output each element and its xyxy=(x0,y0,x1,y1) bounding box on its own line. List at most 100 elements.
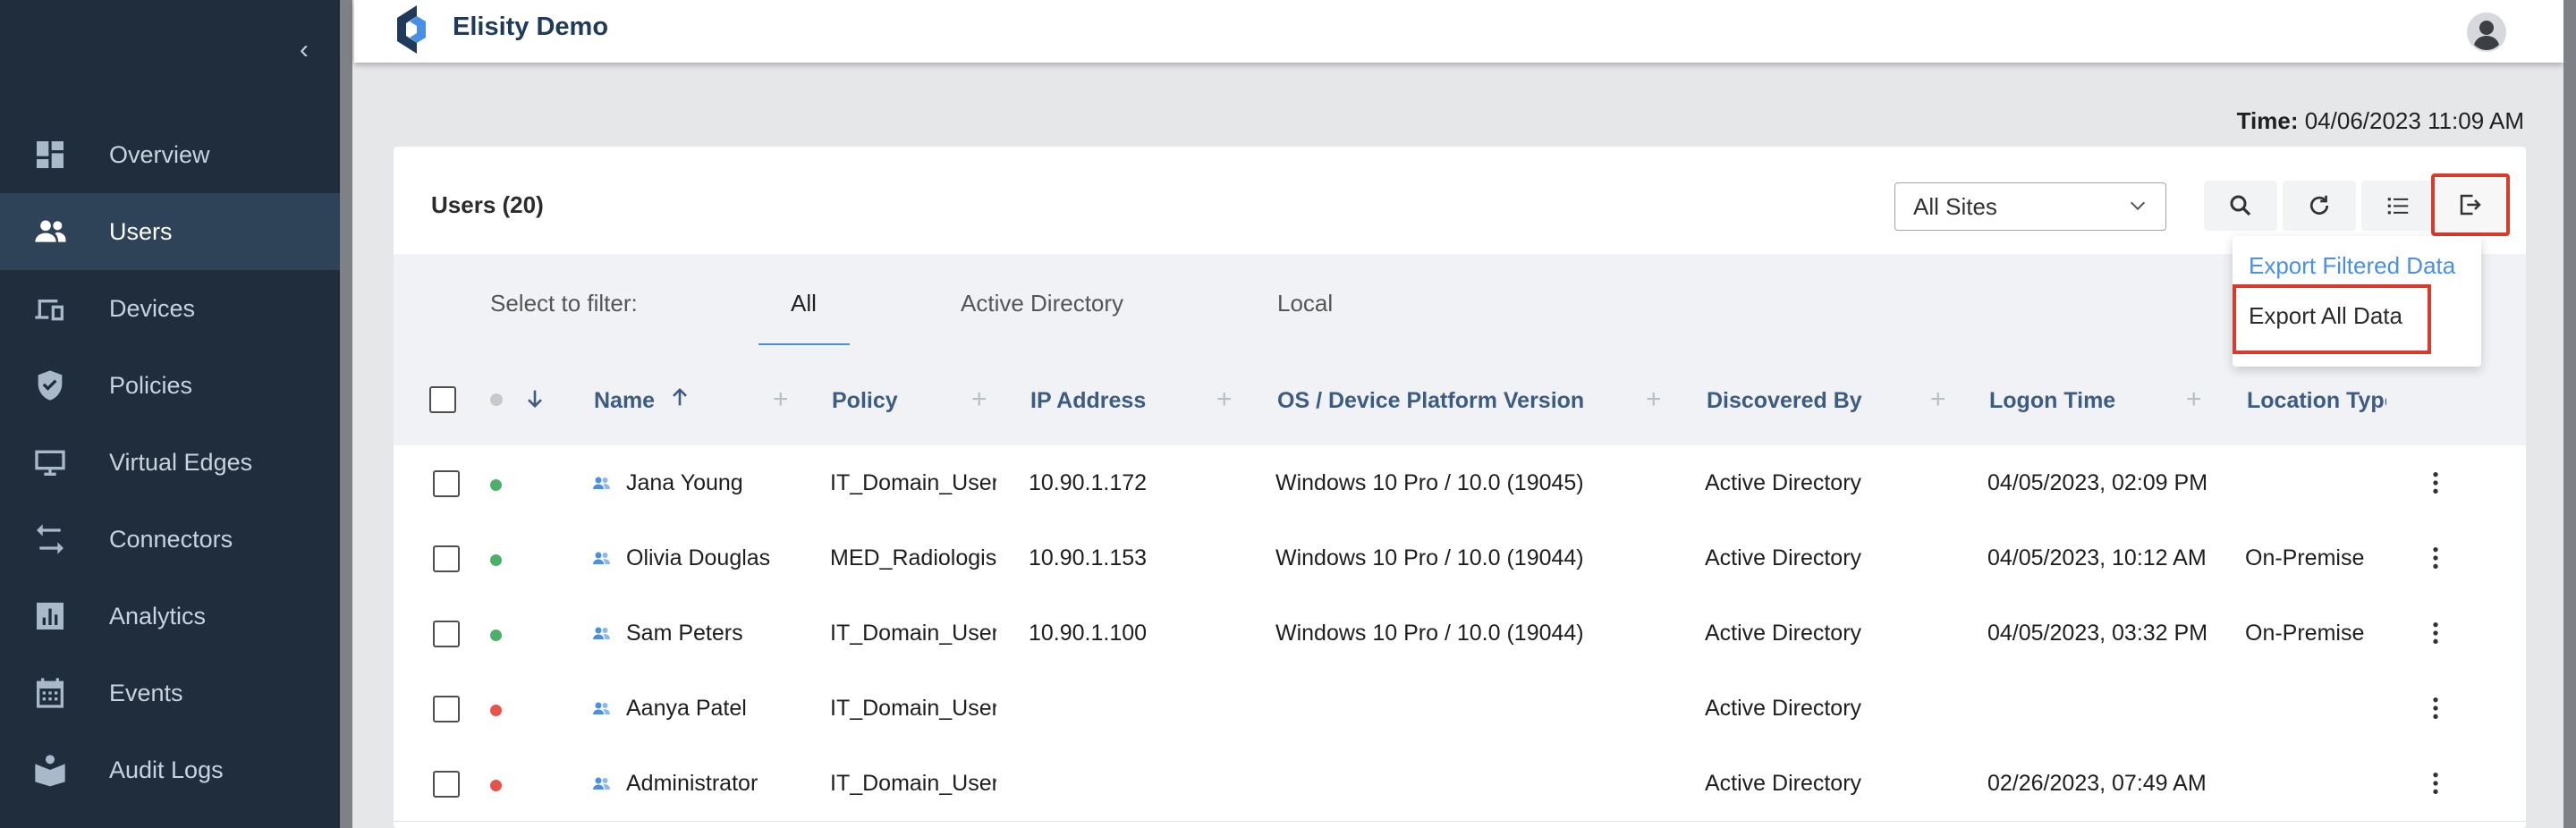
user-ip: 10.90.1.172 xyxy=(1029,470,1148,495)
user-discovered-by: Active Directory xyxy=(1705,621,1862,646)
column-header-os[interactable]: OS / Device Platform Version xyxy=(1277,388,1584,414)
more-options-icon[interactable] xyxy=(2429,694,2442,722)
column-header-policy[interactable]: Policy xyxy=(832,388,898,414)
column-header-name[interactable]: Name xyxy=(594,388,655,414)
user-avatar-icon[interactable] xyxy=(2467,13,2506,52)
column-header-ip-address[interactable]: IP Address xyxy=(1030,388,1146,414)
refresh-button[interactable] xyxy=(2283,181,2356,231)
sidebar-divider xyxy=(340,0,352,828)
table-header: Name + Policy + IP Address + OS / Device… xyxy=(394,354,2526,446)
select-all-checkbox[interactable] xyxy=(429,386,456,413)
resize-handle-icon[interactable]: + xyxy=(1216,384,1233,415)
sort-status-down-icon[interactable] xyxy=(522,386,547,411)
resize-handle-icon[interactable]: + xyxy=(2186,384,2202,415)
sidebar-item-label: Users xyxy=(109,217,173,245)
user-group-icon xyxy=(593,477,610,489)
sort-ascending-icon[interactable] xyxy=(667,384,692,410)
elisity-logo-icon xyxy=(397,5,426,54)
resize-handle-icon[interactable]: + xyxy=(773,384,789,415)
user-discovered-by: Active Directory xyxy=(1705,771,1862,796)
user-name[interactable]: Olivia Douglas xyxy=(626,545,770,571)
table-row[interactable]: Olivia Douglas MED_Radiologists 10.90.1.… xyxy=(394,520,2526,596)
more-options-icon[interactable] xyxy=(2429,469,2442,497)
brand-name: Elisity Demo xyxy=(453,13,609,41)
export-icon xyxy=(2460,194,2481,215)
column-header-logon-time[interactable]: Logon Time xyxy=(1989,388,2115,414)
user-discovered-by: Active Directory xyxy=(1705,696,1862,721)
resize-handle-icon[interactable]: + xyxy=(1930,384,1946,415)
user-os: Windows 10 Pro / 10.0 (19044) xyxy=(1275,545,1584,570)
row-checkbox[interactable] xyxy=(433,621,460,647)
columns-list-button[interactable] xyxy=(2361,181,2435,231)
search-button[interactable] xyxy=(2204,181,2277,231)
dashboard-icon xyxy=(32,137,68,173)
user-discovered-by: Active Directory xyxy=(1705,545,1862,570)
calendar-icon xyxy=(32,675,68,711)
list-icon xyxy=(2387,198,2409,215)
user-group-icon xyxy=(593,627,610,639)
row-checkbox[interactable] xyxy=(433,545,460,572)
resize-handle-icon[interactable]: + xyxy=(971,384,987,415)
user-name[interactable]: Jana Young xyxy=(626,470,743,496)
user-ip: 10.90.1.100 xyxy=(1029,621,1148,646)
row-checkbox[interactable] xyxy=(433,771,460,798)
user-policy: IT_Domain_Users xyxy=(830,470,996,495)
top-bar: Elisity Demo xyxy=(354,0,2563,63)
status-online-dot xyxy=(490,554,502,566)
filter-tab-local[interactable]: Local xyxy=(1277,290,1333,317)
column-header-discovered-by[interactable]: Discovered By xyxy=(1707,388,1862,414)
user-location-type: On-Premise xyxy=(2245,621,2365,646)
user-logon-time: 04/05/2023, 03:32 PM xyxy=(1987,621,2208,646)
sidebar-item-connectors[interactable]: Connectors xyxy=(0,501,340,578)
sidebar-collapse-button[interactable]: ‹ xyxy=(292,32,317,68)
user-logon-time: 04/05/2023, 10:12 AM xyxy=(1987,545,2207,570)
more-options-icon[interactable] xyxy=(2429,619,2442,647)
book-user-icon xyxy=(32,752,68,788)
status-online-dot xyxy=(490,629,502,641)
filter-tab-all[interactable]: All xyxy=(791,290,817,317)
sidebar-item-users[interactable]: Users xyxy=(0,193,340,270)
user-name[interactable]: Administrator xyxy=(626,771,758,797)
sidebar-item-label: Policies xyxy=(109,371,193,399)
table-row[interactable]: Administrator IT_Domain_Users Active Dir… xyxy=(394,746,2526,822)
sidebar-item-label: Devices xyxy=(109,294,196,322)
export-button[interactable] xyxy=(2431,173,2510,236)
sidebar-item-analytics[interactable]: Analytics xyxy=(0,578,340,655)
more-options-icon[interactable] xyxy=(2429,544,2442,572)
site-select[interactable]: All Sites xyxy=(1894,182,2166,231)
sidebar-item-policies[interactable]: Policies xyxy=(0,347,340,424)
user-os: Windows 10 Pro / 10.0 (19044) xyxy=(1275,621,1584,646)
sidebar-item-label: Overview xyxy=(109,140,210,168)
table-row[interactable]: Jana Young IT_Domain_Users 10.90.1.172 W… xyxy=(394,445,2526,521)
active-tab-indicator xyxy=(758,343,850,345)
export-filtered-data-option[interactable]: Export Filtered Data xyxy=(2249,252,2455,280)
user-group-icon xyxy=(593,702,610,714)
user-name[interactable]: Aanya Patel xyxy=(626,696,747,722)
sidebar-item-audit-logs[interactable]: Audit Logs xyxy=(0,731,340,808)
table-row[interactable]: Aanya Patel IT_Domain_Users Active Direc… xyxy=(394,671,2526,747)
more-options-icon[interactable] xyxy=(2429,769,2442,798)
status-offline-dot xyxy=(490,705,502,716)
column-header-location-type[interactable]: Location Type xyxy=(2247,388,2386,414)
filter-tab-active-directory[interactable]: Active Directory xyxy=(961,290,1123,317)
user-group-icon xyxy=(593,777,610,790)
resize-handle-icon[interactable]: + xyxy=(1646,384,1662,415)
devices-icon xyxy=(32,291,68,326)
user-discovered-by: Active Directory xyxy=(1705,470,1862,495)
user-name[interactable]: Sam Peters xyxy=(626,621,743,646)
sidebar-item-overview[interactable]: Overview xyxy=(0,116,340,193)
sidebar: ‹ Overview Users Devices Policies Virtua… xyxy=(0,0,340,828)
sidebar-item-events[interactable]: Events xyxy=(0,655,340,731)
sidebar-item-devices[interactable]: Devices xyxy=(0,270,340,347)
refresh-icon xyxy=(2309,195,2329,215)
table-row[interactable]: Sam Peters IT_Domain_Users 10.90.1.100 W… xyxy=(394,596,2526,672)
row-checkbox[interactable] xyxy=(433,696,460,722)
bar-chart-icon xyxy=(32,598,68,634)
current-time: Time: 04/06/2023 11:09 AM xyxy=(2237,107,2524,135)
card-title: Users (20) xyxy=(431,191,544,218)
time-label: Time: xyxy=(2236,107,2299,134)
filter-label: Select to filter: xyxy=(490,290,638,317)
export-all-data-option[interactable]: Export All Data xyxy=(2249,302,2402,330)
row-checkbox[interactable] xyxy=(433,470,460,497)
sidebar-item-virtual-edges[interactable]: Virtual Edges xyxy=(0,424,340,501)
